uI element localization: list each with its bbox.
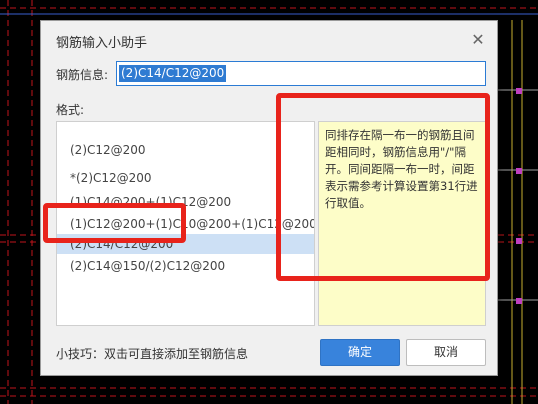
format-item[interactable]: (1)C12@200+(1)C10@200+(1)C12@200 (57, 214, 314, 234)
format-item[interactable]: *(2)C12@200 (57, 168, 314, 188)
close-icon[interactable]: ✕ (469, 31, 487, 49)
dialog-title: 钢筋输入小助手 (56, 36, 148, 51)
rebar-input-dialog: 钢筋输入小助手 ✕ 钢筋信息: (2)C14/C12@200 格式: (2)C1… (40, 20, 498, 376)
format-list[interactable]: (2)C12@200 *(2)C12@200 (1)C14@200+(1)C12… (56, 121, 315, 326)
format-item[interactable]: (2)C12@200 (57, 140, 314, 160)
rebar-info-value: (2)C14/C12@200 (119, 65, 227, 82)
tip-text: 小技巧：双击可直接添加至钢筋信息 (56, 347, 249, 361)
cancel-button[interactable]: 取消 (406, 339, 486, 366)
format-item[interactable]: (1)C14@200+(1)C12@200 (57, 192, 314, 212)
format-item-selected[interactable]: (2)C14/C12@200 (57, 234, 314, 254)
rebar-info-input[interactable]: (2)C14/C12@200 (116, 61, 486, 86)
format-item[interactable]: (2)C14@150/(2)C12@200 (57, 256, 314, 276)
format-description: 同排存在隔一布一的钢筋且间距相同时，钢筋信息用"/"隔开。同间距隔一布一时，间距… (318, 121, 486, 326)
title-bar[interactable]: 钢筋输入小助手 ✕ (41, 21, 497, 59)
ok-button[interactable]: 确定 (320, 339, 400, 366)
rebar-info-label: 钢筋信息: (56, 68, 109, 82)
format-label: 格式: (56, 103, 85, 117)
